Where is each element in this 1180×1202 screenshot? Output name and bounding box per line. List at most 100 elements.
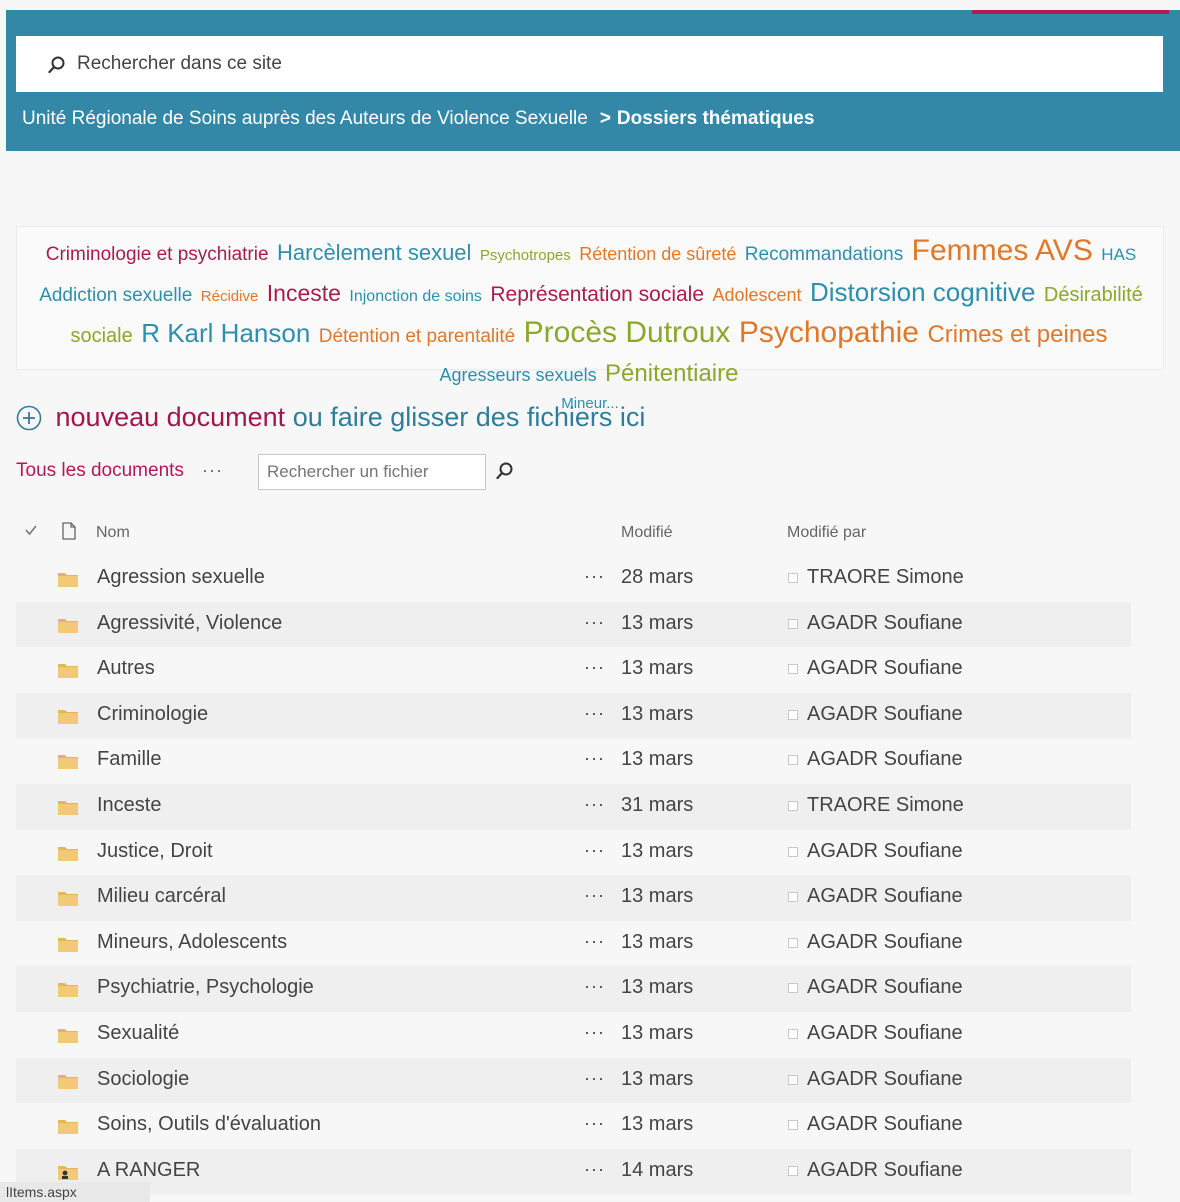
table-row[interactable]: Soins, Outils d'évaluation ··· 13 mars AGAD… (16, 1103, 1131, 1149)
table-row[interactable]: Agressivité, Violence ··· 13 mars AGADR Sou… (16, 601, 1131, 648)
modified-by-user[interactable]: TRAORE Simone (807, 794, 964, 817)
view-all-documents[interactable]: Tous les documents (16, 460, 184, 482)
folder-name-link[interactable]: Sexualité (97, 1022, 179, 1045)
item-more-button[interactable]: ··· (584, 840, 605, 861)
add-circle-icon[interactable] (16, 405, 50, 437)
item-more-button[interactable]: ··· (584, 976, 605, 997)
table-row[interactable]: Sociologie ··· 13 mars AGADR Soufiane (16, 1057, 1131, 1104)
modified-by-user[interactable]: AGADR Soufiane (807, 1113, 963, 1136)
table-row[interactable]: Milieu carcéral ··· 13 mars AGADR Soufiane (16, 875, 1131, 921)
table-row[interactable]: Famille ··· 13 mars AGADR Soufiane (16, 738, 1131, 784)
folder-icon (58, 935, 78, 958)
modified-by-user[interactable]: AGADR Soufiane (807, 976, 963, 999)
modified-by-user[interactable]: AGADR Soufiane (807, 840, 963, 863)
item-more-button[interactable]: ··· (584, 748, 605, 769)
tag-link[interactable]: Procès Dutroux (524, 316, 731, 349)
modified-by-user[interactable]: AGADR Soufiane (807, 703, 963, 726)
table-row[interactable]: Inceste ··· 31 mars TRAORE Simone (16, 783, 1131, 830)
tag-link[interactable]: HAS (1101, 245, 1136, 264)
tag-link[interactable]: Détention et parentalité (319, 326, 515, 347)
folder-icon (58, 798, 78, 821)
table-row[interactable]: Sexualité ··· 13 mars AGADR Soufiane (16, 1012, 1131, 1058)
folder-icon (58, 844, 78, 867)
folder-name-link[interactable]: A RANGER (97, 1159, 200, 1182)
item-more-button[interactable]: ··· (584, 1159, 605, 1180)
tag-link[interactable]: Femmes AVS (912, 234, 1093, 267)
table-row[interactable]: Psychiatrie, Psychologie ··· 13 mars AGADR … (16, 966, 1131, 1012)
folder-name-link[interactable]: Mineurs, Adolescents (97, 931, 287, 954)
tag-link[interactable]: Addiction sexuelle (39, 285, 192, 306)
table-row[interactable]: Mineurs, Adolescents ··· 13 mars AGADR Souf… (16, 921, 1131, 967)
tag-link[interactable]: Pénitentiaire (605, 360, 738, 387)
item-more-button[interactable]: ··· (584, 885, 605, 906)
modified-by-user[interactable]: AGADR Soufiane (807, 748, 963, 771)
tag-link[interactable]: Inceste (267, 280, 341, 306)
tag-link[interactable]: Injonction de soins (349, 288, 482, 305)
new-document-link[interactable]: nouveau document (56, 402, 286, 432)
folder-name-link[interactable]: Agression sexuelle (97, 566, 265, 589)
tag-link[interactable]: Crimes et peines (927, 321, 1107, 348)
file-search-input[interactable] (258, 454, 486, 490)
column-header-modified[interactable]: Modifié (621, 524, 673, 542)
file-search-icon[interactable] (496, 462, 514, 485)
item-more-button[interactable]: ··· (584, 1068, 605, 1089)
item-more-button[interactable]: ··· (584, 1113, 605, 1134)
breadcrumb-current[interactable]: Dossiers thématiques (617, 108, 814, 129)
more-views-button[interactable]: ··· (202, 460, 223, 481)
modified-by-user[interactable]: AGADR Soufiane (807, 1159, 963, 1182)
search-icon[interactable] (48, 56, 66, 79)
table-row[interactable]: Autres ··· 13 mars AGADR Soufiane (16, 647, 1131, 693)
modified-by-user[interactable]: AGADR Soufiane (807, 612, 963, 635)
tag-link[interactable]: Distorsion cognitive (810, 277, 1035, 307)
column-header-name[interactable]: Nom (96, 524, 130, 542)
modified-by-user[interactable]: AGADR Soufiane (807, 1068, 963, 1091)
folder-name-link[interactable]: Inceste (97, 794, 161, 817)
select-all-check-icon[interactable] (24, 523, 38, 542)
item-more-button[interactable]: ··· (584, 566, 605, 587)
tag-link[interactable]: Recommandations (745, 244, 903, 265)
breadcrumb-site-link[interactable]: Unité Régionale de Soins auprès des Aute… (22, 108, 588, 129)
table-row[interactable]: Criminologie ··· 13 mars AGADR Soufiane (16, 692, 1131, 739)
modified-by-user[interactable]: TRAORE Simone (807, 566, 964, 589)
table-row[interactable]: Agression sexuelle ··· 28 mars TRAORE Simon… (16, 556, 1131, 602)
column-header-modified-by[interactable]: Modifié par (787, 524, 866, 542)
site-search-placeholder[interactable]: Rechercher dans ce site (77, 53, 282, 75)
tag-link[interactable]: Représentation sociale (490, 283, 704, 306)
item-more-button[interactable]: ··· (584, 931, 605, 952)
site-search-box[interactable]: Rechercher dans ce site (16, 36, 1163, 92)
tag-link[interactable]: Harcèlement sexuel (277, 240, 471, 265)
tag-link[interactable]: Agresseurs sexuels (440, 365, 597, 385)
folder-icon (58, 889, 78, 912)
table-row[interactable]: Justice, Droit ··· 13 mars AGADR Soufiane (16, 830, 1131, 876)
folder-name-link[interactable]: Agressivité, Violence (97, 612, 282, 635)
modified-by-user[interactable]: AGADR Soufiane (807, 885, 963, 908)
tag-link[interactable]: Criminologie et psychiatrie (46, 244, 269, 265)
folder-name-link[interactable]: Criminologie (97, 703, 208, 726)
folder-name-link[interactable]: Soins, Outils d'évaluation (97, 1113, 321, 1136)
item-more-button[interactable]: ··· (584, 612, 605, 633)
item-more-button[interactable]: ··· (584, 703, 605, 724)
folder-name-link[interactable]: Famille (97, 748, 161, 771)
modified-by-user[interactable]: AGADR Soufiane (807, 657, 963, 680)
folder-name-link[interactable]: Psychiatrie, Psychologie (97, 976, 314, 999)
presence-indicator-icon (788, 755, 798, 766)
folder-name-link[interactable]: Justice, Droit (97, 840, 213, 863)
presence-indicator-icon (788, 846, 798, 857)
item-more-button[interactable]: ··· (584, 657, 605, 678)
tag-link[interactable]: R Karl Hanson (141, 318, 310, 348)
modified-date: 31 mars (621, 793, 694, 816)
modified-by-user[interactable]: AGADR Soufiane (807, 931, 963, 954)
tag-link[interactable]: Psychotropes (480, 247, 571, 264)
presence-indicator-icon (788, 618, 798, 629)
tag-link[interactable]: Psychopathie (739, 316, 919, 349)
modified-by-user[interactable]: AGADR Soufiane (807, 1022, 963, 1045)
tag-link[interactable]: Adolescent (712, 285, 801, 305)
item-more-button[interactable]: ··· (584, 794, 605, 815)
folder-name-link[interactable]: Sociologie (97, 1068, 189, 1091)
tag-link[interactable]: Récidive (201, 288, 259, 305)
tag-link[interactable]: Rétention de sûreté (579, 244, 736, 264)
item-more-button[interactable]: ··· (584, 1022, 605, 1043)
folder-name-link[interactable]: Milieu carcéral (97, 885, 226, 908)
table-row[interactable]: A RANGER ··· 14 mars AGADR Soufiane (16, 1148, 1131, 1195)
folder-name-link[interactable]: Autres (97, 657, 155, 680)
